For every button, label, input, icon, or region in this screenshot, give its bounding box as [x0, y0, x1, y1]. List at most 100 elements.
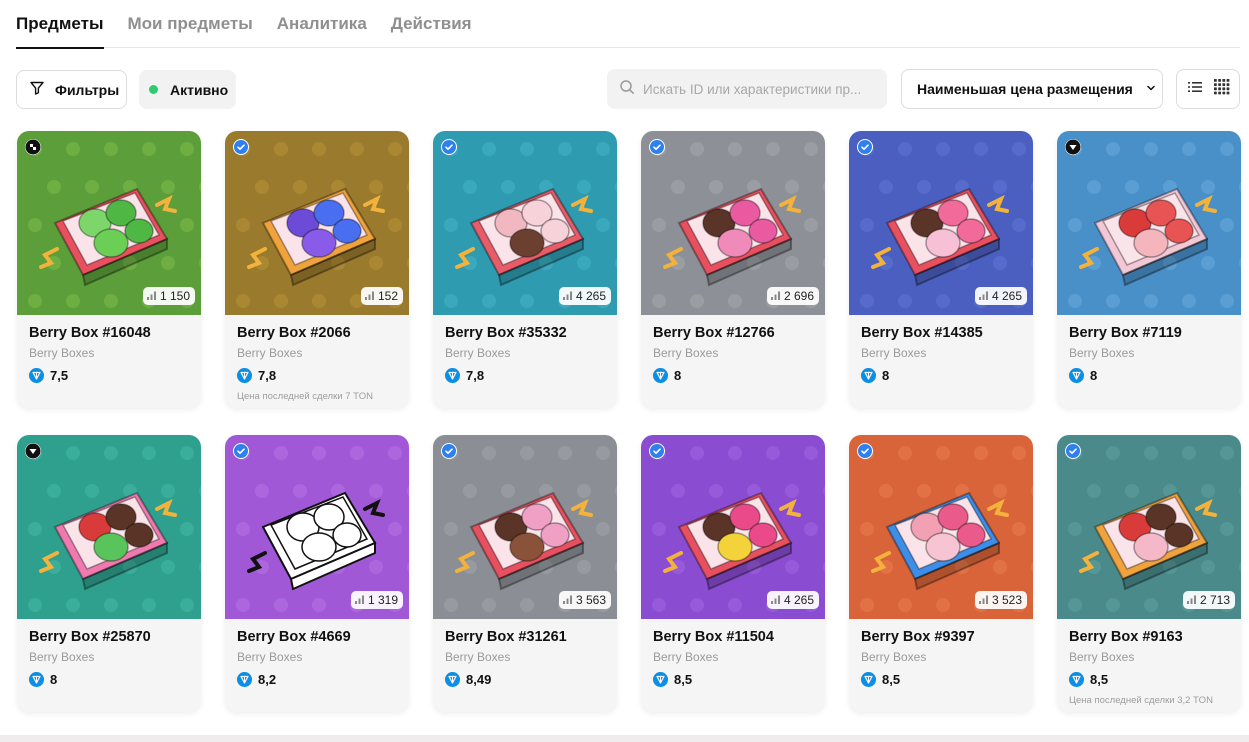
bar-chart-icon — [364, 289, 375, 303]
ton-icon — [861, 672, 876, 687]
verified-icon — [233, 139, 249, 155]
item-image: 3 563 — [433, 435, 617, 619]
item-card[interactable]: Berry Box #7119 Berry Boxes 8 — [1057, 131, 1241, 408]
ton-icon — [237, 368, 252, 383]
item-card[interactable]: Berry Box #25870 Berry Boxes 8 — [17, 435, 201, 712]
rarity-count-badge: 2 713 — [1182, 591, 1235, 609]
search-input[interactable] — [643, 81, 873, 97]
item-card[interactable]: 3 523 Berry Box #9397 Berry Boxes 8,5 — [849, 435, 1033, 712]
item-image: 2 713 — [1057, 435, 1241, 619]
grid-view-button[interactable] — [1209, 75, 1235, 103]
verified-icon — [441, 443, 457, 459]
toolbar: Фильтры Активно Наименьшая цена размещен… — [16, 69, 1240, 109]
item-info: Berry Box #12766 Berry Boxes 8 — [641, 315, 825, 393]
verified-icon — [441, 139, 457, 155]
item-price: 8,2 — [237, 672, 397, 687]
price-value: 8,5 — [882, 672, 901, 687]
ton-icon — [861, 368, 876, 383]
ton-icon — [445, 368, 460, 383]
item-price: 8,5 — [1069, 672, 1229, 687]
item-card[interactable]: 152 Berry Box #2066 Berry Boxes 7,8 Цена пос… — [225, 131, 409, 408]
item-title: Berry Box #4669 — [237, 629, 351, 645]
rarity-count: 3 563 — [575, 593, 606, 607]
ton-icon — [29, 672, 44, 687]
bar-chart-icon — [354, 593, 365, 607]
item-image: 1 150 — [17, 131, 201, 315]
item-price: 7,5 — [29, 368, 189, 383]
rarity-count-badge: 4 265 — [974, 287, 1027, 305]
items-grid: 1 150 Berry Box #16048 Berry Boxes 7,5 152 Be… — [17, 131, 1241, 712]
verified-icon — [857, 139, 873, 155]
item-title: Berry Box #35332 — [445, 325, 567, 341]
item-card[interactable]: 4 265 Berry Box #11504 Berry Boxes 8,5 — [641, 435, 825, 712]
filters-button[interactable]: Фильтры — [16, 70, 127, 109]
verified-icon — [1065, 443, 1081, 459]
item-card[interactable]: 1 150 Berry Box #16048 Berry Boxes 7,5 — [17, 131, 201, 408]
ton-icon — [653, 672, 668, 687]
ton-icon — [1069, 672, 1084, 687]
item-info: Berry Box #35332 Berry Boxes 7,8 — [433, 315, 617, 393]
price-value: 8,5 — [674, 672, 693, 687]
item-info: Berry Box #11504 Berry Boxes 8,5 — [641, 619, 825, 697]
rarity-count: 3 523 — [991, 593, 1022, 607]
sort-label: Наименьшая цена размещения — [917, 81, 1133, 97]
item-info: Berry Box #16048 Berry Boxes 7,5 — [17, 315, 201, 393]
price-value: 7,8 — [466, 368, 485, 383]
item-card[interactable]: 1 319 Berry Box #4669 Berry Boxes 8,2 — [225, 435, 409, 712]
ton-icon — [237, 672, 252, 687]
bar-chart-icon — [562, 289, 573, 303]
filters-label: Фильтры — [55, 81, 120, 98]
rarity-count-badge: 1 150 — [142, 287, 195, 305]
list-view-icon — [1187, 80, 1202, 98]
tab-2[interactable]: Мои предметы — [128, 0, 253, 48]
price-value: 8 — [674, 368, 682, 383]
item-price: 8 — [1069, 368, 1229, 383]
price-value: 8,5 — [1090, 672, 1109, 687]
verified-icon — [233, 443, 249, 459]
ton-icon — [1069, 368, 1084, 383]
item-image — [17, 435, 201, 619]
item-collection: Berry Boxes — [29, 346, 95, 360]
item-title: Berry Box #11504 — [653, 629, 774, 645]
ton-icon — [29, 368, 44, 383]
item-card[interactable]: 2 713 Berry Box #9163 Berry Boxes 8,5 Цена п… — [1057, 435, 1241, 712]
item-price: 8 — [653, 368, 813, 383]
bar-chart-icon — [978, 593, 989, 607]
item-collection: Berry Boxes — [861, 346, 927, 360]
item-collection: Berry Boxes — [445, 346, 511, 360]
item-card[interactable]: 4 265 Berry Box #14385 Berry Boxes 8 — [849, 131, 1033, 408]
bottom-strip — [0, 735, 1249, 742]
item-card[interactable]: 2 696 Berry Box #12766 Berry Boxes 8 — [641, 131, 825, 408]
sort-select[interactable]: Наименьшая цена размещения — [901, 69, 1163, 109]
bar-chart-icon — [978, 289, 989, 303]
active-filter-chip[interactable]: Активно — [139, 70, 236, 109]
item-collection: Berry Boxes — [237, 650, 303, 664]
rarity-count-badge: 152 — [360, 287, 403, 305]
item-info: Berry Box #25870 Berry Boxes 8 — [17, 619, 201, 697]
item-title: Berry Box #2066 — [237, 325, 351, 341]
item-image: 4 265 — [433, 131, 617, 315]
list-view-button[interactable] — [1182, 75, 1208, 103]
item-info: Berry Box #4669 Berry Boxes 8,2 — [225, 619, 409, 697]
rarity-count-badge: 2 696 — [766, 287, 819, 305]
tab-3[interactable]: Аналитика — [277, 0, 367, 48]
bar-chart-icon — [770, 593, 781, 607]
item-title: Berry Box #9163 — [1069, 629, 1183, 645]
grid-view-icon — [1213, 78, 1230, 100]
item-info: Berry Box #9397 Berry Boxes 8,5 — [849, 619, 1033, 697]
rarity-count: 2 713 — [1199, 593, 1230, 607]
tab-1[interactable]: Предметы — [16, 0, 104, 49]
item-collection: Berry Boxes — [1069, 346, 1135, 360]
price-value: 8 — [882, 368, 890, 383]
item-card[interactable]: 3 563 Berry Box #31261 Berry Boxes 8,49 — [433, 435, 617, 712]
rarity-count: 4 265 — [575, 289, 606, 303]
item-image — [1057, 131, 1241, 315]
tab-4[interactable]: Действия — [391, 0, 472, 48]
item-collection: Berry Boxes — [237, 346, 303, 360]
last-sale-price: Цена последней сделки 3,2 TON — [1069, 695, 1213, 706]
item-info: Berry Box #14385 Berry Boxes 8 — [849, 315, 1033, 393]
item-collection: Berry Boxes — [445, 650, 511, 664]
active-status-dot — [149, 85, 158, 94]
item-card[interactable]: 4 265 Berry Box #35332 Berry Boxes 7,8 — [433, 131, 617, 408]
item-price: 8,5 — [861, 672, 1021, 687]
